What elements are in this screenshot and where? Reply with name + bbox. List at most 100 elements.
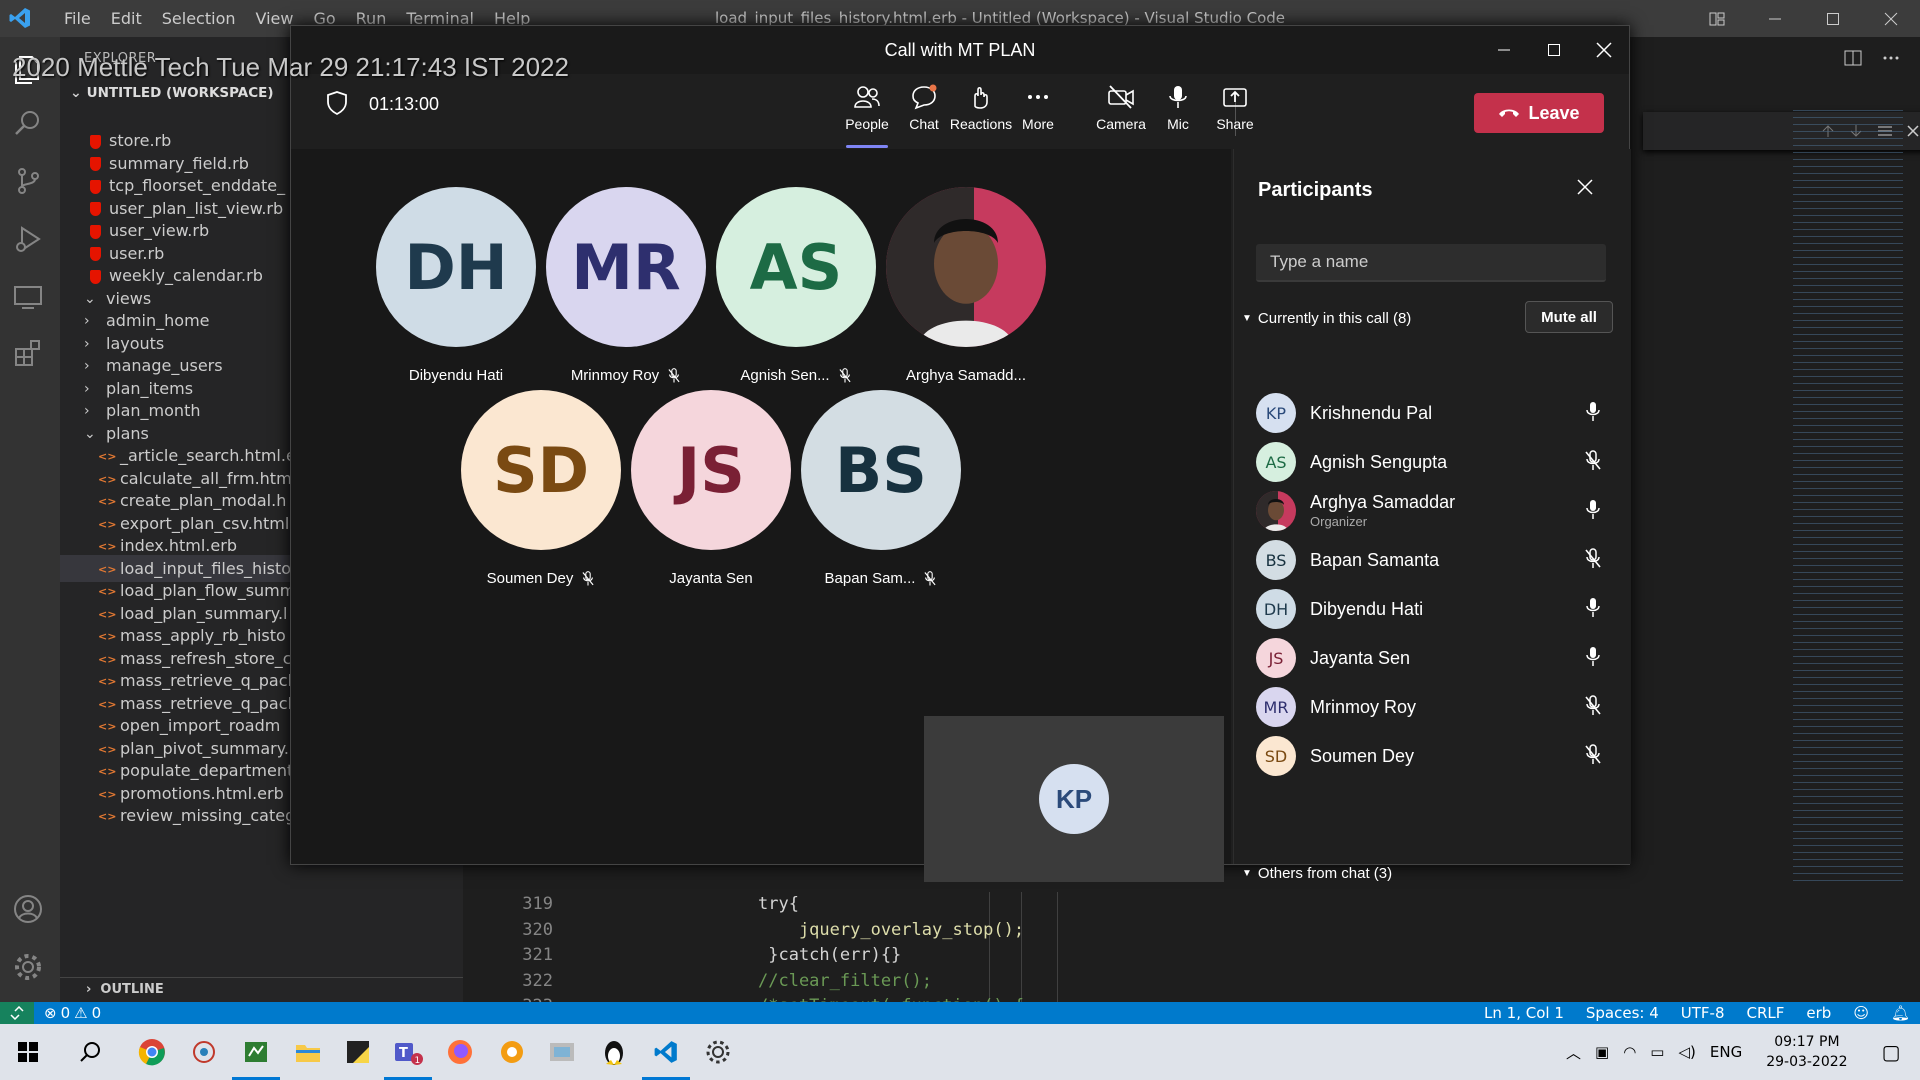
menu-item[interactable]: Edit [101, 0, 152, 37]
tree-item-label: load_input_files_histo [120, 558, 292, 578]
more-button[interactable]: More [1003, 84, 1073, 144]
code-line[interactable]: 319 try{ [463, 892, 1463, 918]
source-control-icon[interactable] [12, 165, 48, 201]
participant-row[interactable]: KP Krishnendu Pal [1242, 389, 1622, 439]
code-text: //clear_filter(); [758, 970, 932, 991]
participant-tile[interactable]: Arghya Samadd... [866, 187, 1066, 384]
indentation[interactable]: Spaces: 4 [1586, 1004, 1659, 1022]
taskbar-vscode[interactable] [638, 1024, 694, 1080]
end-of-line[interactable]: CRLF [1747, 1004, 1785, 1022]
problems-indicator[interactable]: ⊗ 0 ⚠ 0 [44, 1004, 101, 1022]
participant-name: Bapan Samanta [1310, 550, 1440, 570]
tile-name-row: Bapan Sam... [781, 570, 981, 587]
taskbar-chrome[interactable] [124, 1024, 180, 1080]
code-line[interactable]: 322 //clear_filter(); [463, 969, 1463, 995]
language-mode[interactable]: erb [1806, 1004, 1831, 1022]
taskbar-app[interactable] [534, 1024, 590, 1080]
share-label: Share [1216, 116, 1254, 132]
taskbar-teams[interactable]: T1 [380, 1024, 436, 1080]
participant-row[interactable]: AS Agnish Sengupta [1242, 438, 1622, 488]
others-from-chat-header[interactable]: ▼ Others from chat (3) [1242, 865, 1392, 882]
taskbar-settings[interactable] [690, 1024, 746, 1080]
tree-item-label: load_plan_flow_summ [120, 581, 296, 600]
taskbar-search[interactable] [62, 1024, 118, 1080]
remote-explorer-icon[interactable] [12, 281, 48, 317]
mic-icon[interactable] [1584, 499, 1602, 521]
teams-window-controls [1479, 26, 1629, 74]
encoding[interactable]: UTF-8 [1681, 1004, 1725, 1022]
wifi-icon[interactable]: ◠ [1623, 1043, 1636, 1061]
volume-icon[interactable]: ◁) [1678, 1043, 1695, 1061]
mic-icon[interactable] [1584, 401, 1602, 423]
outline-section[interactable]: › OUTLINE [60, 977, 463, 1001]
search-icon[interactable] [12, 107, 48, 143]
participant-row[interactable]: JS Jayanta Sen [1242, 634, 1622, 684]
workspace-header[interactable]: ⌄ UNTITLED (WORKSPACE) [70, 85, 274, 101]
extensions-icon[interactable] [12, 337, 48, 373]
settings-gear-icon[interactable] [12, 951, 48, 987]
close-icon[interactable] [1862, 0, 1920, 37]
taskbar-linux[interactable] [586, 1024, 642, 1080]
clock[interactable]: 09:17 PM 29-03-2022 [1766, 1032, 1847, 1072]
menu-item[interactable]: Selection [152, 0, 246, 37]
accounts-icon[interactable] [12, 893, 48, 929]
tray-app-icon[interactable]: ▣ [1595, 1043, 1609, 1061]
split-editor-icon[interactable] [1844, 49, 1862, 67]
maximize-icon[interactable] [1804, 0, 1862, 37]
taskbar-sticky-notes[interactable] [330, 1024, 386, 1080]
self-avatar: KP [1039, 764, 1109, 834]
participant-search-input[interactable] [1256, 244, 1606, 282]
self-view[interactable]: KP [924, 716, 1224, 882]
taskbar-app[interactable] [176, 1024, 232, 1080]
start-button[interactable] [0, 1024, 56, 1080]
close-find-icon[interactable] [1907, 125, 1919, 137]
code-line[interactable]: 321 }catch(err){} [463, 943, 1463, 969]
participant-tile[interactable]: BS Bapan Sam... [781, 390, 981, 587]
input-language[interactable]: ENG [1710, 1043, 1742, 1061]
maximize-icon[interactable] [1529, 26, 1579, 74]
participant-avatar: MR [1256, 687, 1296, 727]
feedback-icon[interactable]: ☺ [1853, 1004, 1869, 1022]
menu-item[interactable]: File [54, 0, 101, 37]
participant-row[interactable]: MR Mrinmoy Roy [1242, 683, 1622, 733]
close-panel-icon[interactable] [1577, 179, 1593, 195]
layout-icon[interactable] [1688, 0, 1746, 37]
minimap[interactable] [1793, 107, 1903, 887]
mute-all-button[interactable]: Mute all [1525, 301, 1613, 333]
taskbar-file-explorer[interactable] [280, 1024, 336, 1080]
share-button[interactable]: Share [1200, 84, 1270, 144]
participant-row[interactable]: BS Bapan Samanta [1242, 536, 1622, 586]
run-debug-icon[interactable] [12, 223, 48, 259]
battery-icon[interactable]: ▭ [1650, 1043, 1664, 1061]
minimize-icon[interactable] [1746, 0, 1804, 37]
taskbar-firefox[interactable] [432, 1024, 488, 1080]
more-actions-icon[interactable] [1882, 49, 1900, 67]
mic-icon[interactable] [1584, 646, 1602, 668]
participant-row[interactable]: SD Soumen Dey [1242, 732, 1622, 782]
mic-off-icon[interactable] [1584, 548, 1602, 570]
participant-avatar: DH [1256, 589, 1296, 629]
code-line[interactable]: 320 jquery_overlay_stop(); [463, 918, 1463, 944]
mic-icon[interactable] [1584, 597, 1602, 619]
cursor-position[interactable]: Ln 1, Col 1 [1484, 1004, 1564, 1022]
participant-row[interactable]: Arghya Samaddar Organizer [1242, 487, 1622, 537]
participant-row[interactable]: DH Dibyendu Hati [1242, 585, 1622, 635]
taskbar-app[interactable] [228, 1024, 284, 1080]
notifications-bell-icon[interactable]: 🔔︎ [1891, 1004, 1910, 1022]
settings-icon [706, 1040, 730, 1064]
ruby-file-icon [90, 224, 101, 239]
taskbar-app[interactable] [484, 1024, 540, 1080]
notification-center-icon[interactable]: ▢ [1882, 1040, 1901, 1064]
minimize-icon[interactable] [1479, 26, 1529, 74]
mic-off-icon[interactable] [1584, 450, 1602, 472]
mic-off-icon[interactable] [1584, 695, 1602, 717]
tree-item-label: plans [106, 423, 149, 443]
participant-name: Agnish Sen... [740, 367, 830, 384]
currently-in-call-header[interactable]: ▼ Currently in this call (8) [1242, 310, 1411, 327]
remote-indicator[interactable] [0, 1002, 34, 1024]
mic-off-icon[interactable] [1584, 744, 1602, 766]
participant-avatar: KP [1256, 393, 1296, 433]
close-icon[interactable] [1579, 26, 1629, 74]
leave-button[interactable]: Leave [1474, 93, 1604, 133]
tray-chevron-up-icon[interactable]: ︿ [1566, 1042, 1581, 1063]
